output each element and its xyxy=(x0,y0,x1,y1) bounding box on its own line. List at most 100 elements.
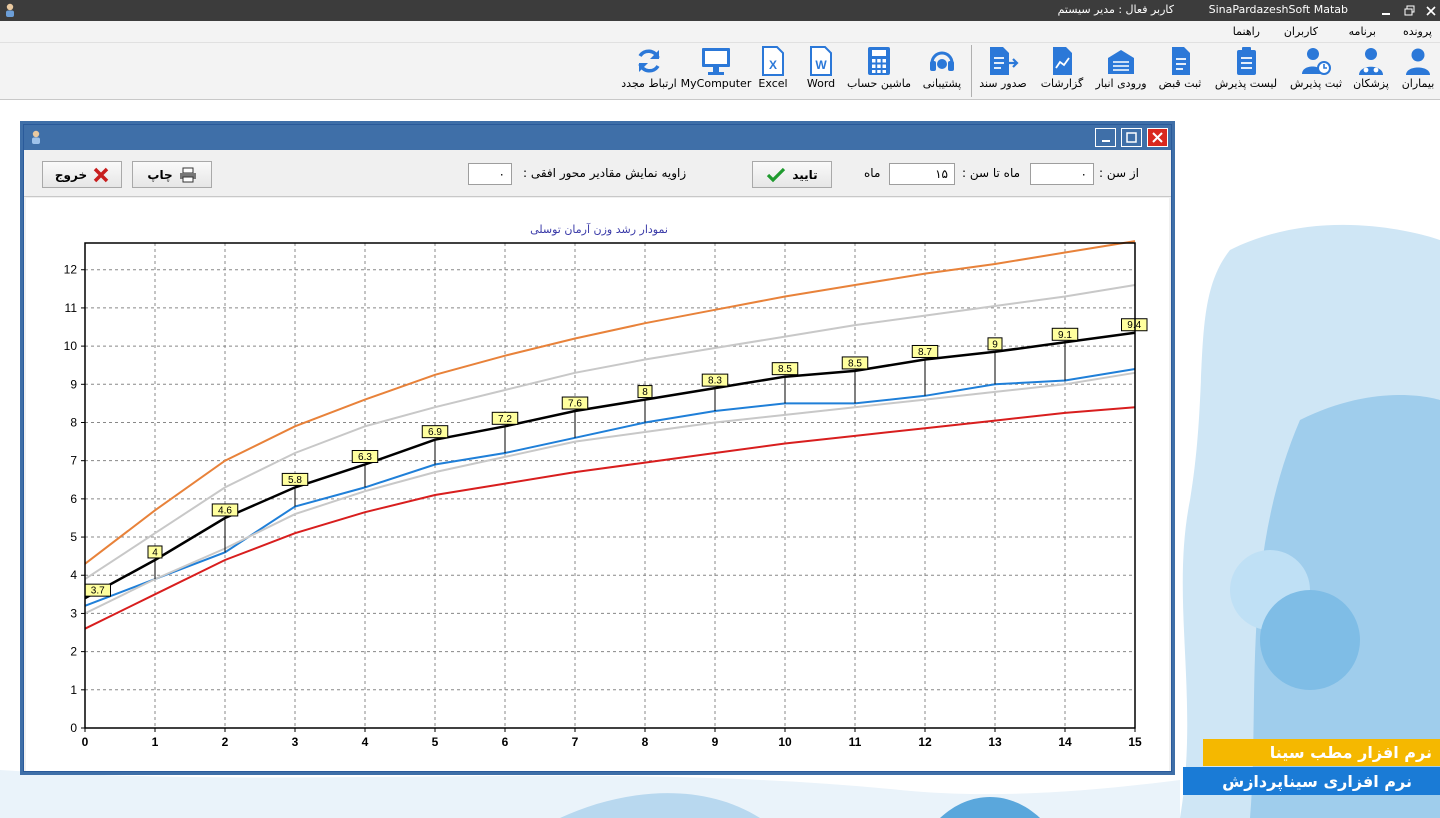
x-tick-label: 0 xyxy=(82,735,89,749)
chart-title: نمودار رشد وزن آرمان توسلی xyxy=(530,222,668,236)
toolbar-issue-document[interactable]: صدور سند xyxy=(977,43,1029,100)
toolbar-label: پشتیبانی xyxy=(922,77,962,90)
dialog-user-icon xyxy=(32,130,40,144)
svg-text:W: W xyxy=(815,58,827,72)
y-tick-label: 3 xyxy=(70,606,77,620)
printer-icon xyxy=(179,167,196,182)
menu-users[interactable]: کاربران xyxy=(1284,25,1318,38)
series-line-1 xyxy=(84,284,1136,580)
data-label: 7.2 xyxy=(498,414,512,425)
data-label: 9 xyxy=(992,339,998,350)
close-app-button[interactable] xyxy=(1420,0,1440,21)
svg-text:X: X xyxy=(769,58,777,72)
from-age-field[interactable]: ۰ xyxy=(1030,163,1094,185)
menu-help[interactable]: راهنما xyxy=(1233,25,1260,38)
toolbar-receipt[interactable]: ثبت قبض xyxy=(1155,43,1205,100)
x-tick-label: 13 xyxy=(988,735,1002,749)
computer-monitor-icon xyxy=(702,48,730,75)
data-label: 4 xyxy=(152,547,158,558)
toolbar: بیماران پزشکان ثبت پذیرش لیست پذیرش ثبت … xyxy=(0,43,1440,100)
close-x-icon xyxy=(93,167,109,182)
y-tick-label: 6 xyxy=(70,492,77,506)
x-tick-label: 10 xyxy=(778,735,792,749)
toolbar-admission-list[interactable]: لیست پذیرش xyxy=(1213,43,1279,100)
data-label: 8.5 xyxy=(778,364,792,375)
patient-icon xyxy=(1406,48,1430,75)
warehouse-icon xyxy=(1108,50,1134,74)
data-label: 8.7 xyxy=(918,347,932,358)
y-tick-label: 9 xyxy=(70,377,77,391)
to-age-label: ماه تا سن : xyxy=(962,166,1021,180)
dialog-controls: از سن : ۰ ماه تا سن : ۱۵ ماه تایید زاویه… xyxy=(24,150,1171,197)
reconnect-icon xyxy=(638,49,660,73)
x-tick-label: 7 xyxy=(572,735,579,749)
toolbar-label: ورودی انبار xyxy=(1095,77,1147,90)
toolbar-reports[interactable]: گزارشات xyxy=(1038,43,1086,100)
x-tick-label: 12 xyxy=(918,735,932,749)
y-tick-label: 2 xyxy=(70,645,77,659)
toolbar-register-admission[interactable]: ثبت پذیرش xyxy=(1288,43,1344,100)
dialog-maximize-button[interactable] xyxy=(1121,128,1142,147)
growth-chart: نمودار رشد وزن آرمان توسلی 3.7 4 4.6 5.8 6.3… xyxy=(64,222,1148,749)
confirm-button-label: تایید xyxy=(792,167,818,182)
dialog-close-button[interactable] xyxy=(1147,128,1168,147)
toolbar-warehouse-entry[interactable]: ورودی انبار xyxy=(1092,43,1150,100)
from-age-label: از سن : xyxy=(1099,166,1139,180)
toolbar-label: Word xyxy=(806,77,836,90)
menu-file[interactable]: پرونده xyxy=(1403,25,1432,38)
print-button[interactable]: چاپ xyxy=(132,161,212,188)
confirm-button[interactable]: تایید xyxy=(752,161,832,188)
brand-banner-primary: نرم افزار مطب سینا xyxy=(1203,739,1440,766)
toolbar-support[interactable]: پشتیبانی xyxy=(917,43,967,100)
y-tick-label: 7 xyxy=(70,454,77,468)
checkmark-icon xyxy=(767,167,786,182)
y-tick-label: 10 xyxy=(64,339,78,353)
toolbar-patients[interactable]: بیماران xyxy=(1398,43,1438,100)
data-label: 8.5 xyxy=(848,358,862,369)
excel-icon: X xyxy=(762,46,784,76)
toolbar-doctors[interactable]: پزشکان xyxy=(1350,43,1392,100)
minimize-button[interactable] xyxy=(1375,0,1397,21)
restore-button[interactable] xyxy=(1398,0,1420,21)
series-line-0 xyxy=(84,240,1136,565)
data-label: 8 xyxy=(642,387,648,398)
menu-program[interactable]: برنامه xyxy=(1349,25,1376,38)
reports-icon xyxy=(1053,47,1072,75)
data-label: 3.7 xyxy=(91,586,105,597)
minimize-icon xyxy=(1382,12,1390,15)
app-logo-icon xyxy=(6,3,14,17)
to-age-field[interactable]: ۱۵ xyxy=(889,163,955,185)
x-tick-label: 3 xyxy=(292,735,299,749)
toolbar-excel[interactable]: X Excel xyxy=(755,43,791,100)
x-tick-label: 15 xyxy=(1128,735,1142,749)
axis-angle-field[interactable]: ۰ xyxy=(468,163,512,185)
print-button-label: چاپ xyxy=(147,167,173,182)
y-tick-label: 12 xyxy=(64,263,78,277)
issue-document-icon xyxy=(990,47,1019,75)
plot-frame xyxy=(84,242,1136,729)
toolbar-label: Excel xyxy=(758,77,788,90)
chart-area: نمودار رشد وزن آرمان توسلی 3.7 4 4.6 5.8 6.3… xyxy=(26,198,1169,771)
dialog-minimize-button[interactable] xyxy=(1095,128,1116,147)
y-tick-label: 5 xyxy=(70,530,77,544)
toolbar-label: پزشکان xyxy=(1353,77,1389,90)
toolbar-reconnect[interactable]: ارتباط مجدد xyxy=(620,43,678,100)
toolbar-label: ثبت پذیرش xyxy=(1289,77,1343,90)
toolbar-label: MyComputer xyxy=(680,77,752,90)
series-line-2 xyxy=(84,331,1136,600)
x-tick-label: 9 xyxy=(712,735,719,749)
doctors-icon xyxy=(1359,48,1383,75)
exit-button[interactable]: خروج xyxy=(42,161,122,188)
toolbar-word[interactable]: W Word xyxy=(801,43,841,100)
receipt-icon xyxy=(1172,47,1190,75)
data-label: 7.6 xyxy=(568,399,582,410)
toolbar-calculator[interactable]: ماشین حساب xyxy=(845,43,913,100)
app-title: SinaPardazeshSoft Matab xyxy=(1208,3,1348,16)
calculator-icon xyxy=(868,47,890,75)
toolbar-mycomputer[interactable]: MyComputer xyxy=(681,43,751,100)
x-tick-label: 14 xyxy=(1058,735,1072,749)
close-icon xyxy=(1426,5,1436,16)
toolbar-label: ارتباط مجدد xyxy=(621,77,677,90)
word-icon: W xyxy=(810,46,832,76)
menubar: پرونده برنامه کاربران راهنما xyxy=(0,21,1440,43)
